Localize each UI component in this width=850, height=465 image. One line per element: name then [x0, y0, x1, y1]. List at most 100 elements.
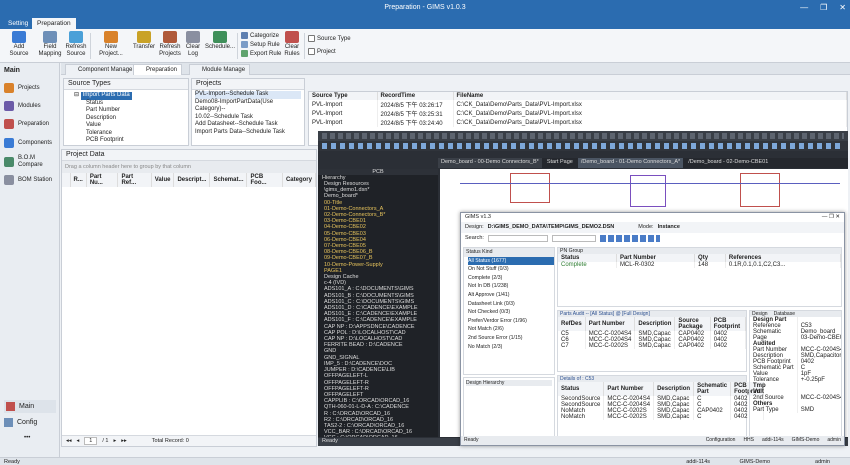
tree-root[interactable]: ⊟ Import Parts Data: [74, 92, 188, 100]
col-description[interactable]: Descript...: [173, 173, 211, 187]
refresh-source-button[interactable]: Refresh Source: [64, 31, 88, 58]
gims-toolbar-icons[interactable]: [599, 235, 660, 242]
pn-group-panel: PN Group Status Part Number Qty References …: [557, 247, 842, 307]
status-kind-item[interactable]: All Status (1677): [468, 256, 554, 266]
column-header[interactable]: Source Package: [674, 317, 711, 331]
nav-config[interactable]: Config: [4, 418, 37, 427]
project-item[interactable]: PVL-Import--Schedule Task: [195, 91, 301, 99]
column-header[interactable]: Part Number: [585, 317, 636, 331]
nav-preparation[interactable]: Preparation: [4, 119, 49, 129]
col-r[interactable]: R...: [70, 173, 87, 187]
project-item[interactable]: Demo08-ImportPartData(Use Category)--: [195, 99, 301, 114]
project-checkbox[interactable]: Project: [308, 48, 336, 55]
col-part-number[interactable]: Part Nu...: [86, 173, 119, 187]
minimize-button[interactable]: —: [800, 3, 808, 12]
maximize-button[interactable]: ❐: [820, 3, 827, 12]
table-row[interactable]: PVL-Import 2024/8/5 下午 03:26:17 C:\CK_Data…: [309, 100, 847, 109]
project-item[interactable]: 10.02--Schedule Task: [195, 114, 301, 122]
col-schematic[interactable]: Schemat...: [209, 173, 248, 187]
tab-module-manage[interactable]: Module Manage: [189, 64, 251, 75]
cad-tab[interactable]: Start Page: [544, 158, 576, 168]
project-item[interactable]: Add Datasheet--Schedule Task: [195, 121, 301, 129]
search-mode-select[interactable]: [551, 235, 596, 242]
status-kind-item[interactable]: Not Match (2/6): [468, 325, 554, 334]
status-kind-item[interactable]: Not In DB (1/238): [468, 282, 554, 291]
column-header[interactable]: Part Number: [603, 382, 655, 396]
gims-window-controls[interactable]: — ❐ ✕: [822, 214, 840, 221]
field-value[interactable]: Value: [74, 122, 188, 130]
tab-preparation[interactable]: Preparation: [32, 18, 76, 29]
tab-component-manage[interactable]: Component Manage: [65, 64, 138, 75]
nav-bom-station[interactable]: BOM Station: [4, 175, 52, 185]
cad-tab[interactable]: /Demo_board - 01-Demo Connectors_A*: [577, 158, 684, 168]
export-rule-button[interactable]: Export Rule: [241, 50, 281, 57]
transfer-button[interactable]: Transfer: [132, 31, 156, 51]
project-item[interactable]: Import Parts Data--Schedule Task: [195, 129, 301, 137]
cad-tab[interactable]: /Demo_board - 02-Demo-CBE01: [685, 158, 771, 168]
column-header[interactable]: RefDes: [558, 317, 586, 331]
new-project-button[interactable]: New Project...: [93, 31, 129, 58]
prev-page-icon[interactable]: ◂: [77, 438, 80, 444]
table-row[interactable]: PVL-Import 2024/8/5 下午 03:24:40 C:\CK_Data…: [309, 118, 847, 127]
field-mapping-button[interactable]: Field Mapping: [38, 31, 62, 58]
categorize-button[interactable]: Categorize: [241, 32, 279, 39]
setup-rule-button[interactable]: Setup Rule: [241, 41, 280, 48]
search-input[interactable]: [487, 235, 548, 242]
column-header[interactable]: Description: [653, 382, 695, 396]
tab-setting[interactable]: Setting: [3, 18, 33, 29]
transfer-icon: [137, 31, 151, 43]
field-status[interactable]: Status: [74, 100, 188, 108]
tree-item[interactable]: VCC : C:\ORCAD\ORCAD_16: [324, 435, 438, 437]
status-kind-item[interactable]: 2nd Source Error (1/15): [468, 334, 554, 343]
col-pcb-footprint[interactable]: PCB Foo...: [246, 173, 283, 187]
col-source-type[interactable]: Source Type: [309, 92, 378, 100]
nav-modules[interactable]: Modules: [4, 101, 41, 111]
col-part-ref[interactable]: Part Ref...: [117, 173, 152, 187]
source-type-checkbox[interactable]: Source Type: [308, 35, 351, 42]
first-page-icon[interactable]: ◂◂: [66, 438, 72, 444]
property-row[interactable]: Part Type SMD: [750, 407, 841, 413]
nav-main[interactable]: Main: [4, 400, 56, 413]
column-header[interactable]: Status: [558, 382, 605, 396]
field-part-number[interactable]: Part Number: [74, 107, 188, 115]
status-kind-item[interactable]: No Match (2/3): [468, 343, 554, 352]
field-pcb-footprint[interactable]: PCB Footprint: [74, 137, 188, 145]
table-row[interactable]: C7 MCC-C-0202S SMD,Capac CAP0402 0402: [558, 343, 747, 349]
next-page-icon[interactable]: ▸: [113, 438, 116, 444]
last-page-icon[interactable]: ▸▸: [121, 438, 127, 444]
table-row[interactable]: NoMatch MCC-C-0202S SMD,Capac C 0402: [558, 414, 765, 420]
column-header[interactable]: Schematic Part: [693, 382, 732, 396]
pn-row[interactable]: Complete MCL-R-0302 148 0.1R,0.1,0.1,C2,C3.…: [558, 262, 842, 268]
field-tolerance[interactable]: Tolerance: [74, 130, 188, 138]
nav-components[interactable]: Components: [4, 138, 52, 148]
design-tree: Design Resources \gims_demo1.dsn* Demo_boa…: [318, 181, 438, 437]
field-description[interactable]: Description: [74, 115, 188, 123]
col-record-time[interactable]: RecordTime: [377, 92, 454, 100]
status-kind-item[interactable]: Prefer/Verdor Error (1/96): [468, 317, 554, 326]
col-value[interactable]: Value: [151, 173, 175, 187]
nav-projects[interactable]: Projects: [4, 83, 40, 93]
refresh-projects-button[interactable]: Refresh Projects: [158, 31, 182, 58]
table-row[interactable]: PVL-Import 2024/8/5 下午 03:25:31 C:\CK_Data…: [309, 109, 847, 118]
schedule-button[interactable]: Schedule...: [204, 31, 236, 51]
status-kind-item[interactable]: Not Checked (0/3): [468, 308, 554, 317]
ribbon: Add Source Field Mapping Refresh Source Ne…: [0, 29, 850, 63]
status-kind-item[interactable]: Datasheet Link (0/3): [468, 300, 554, 309]
status-kind-item[interactable]: Complete (2/3): [468, 274, 554, 283]
status-kind-item[interactable]: Alt Approve (1/41): [468, 291, 554, 300]
clear-rules-button[interactable]: Clear Rules: [283, 31, 301, 58]
column-header[interactable]: PCB Footprint: [710, 317, 747, 331]
cad-tab[interactable]: Demo_board - 00-Demo Connectors_B*: [438, 158, 542, 168]
col-file-name[interactable]: FileName: [453, 92, 847, 100]
col-category[interactable]: Category: [282, 173, 317, 187]
nav-bom-compare[interactable]: B.O.M Compare: [4, 155, 43, 168]
column-header[interactable]: Description: [634, 317, 676, 331]
page-input[interactable]: 1: [84, 437, 98, 445]
close-button[interactable]: ✕: [839, 3, 846, 12]
tab-preparation-doc[interactable]: Preparation: [133, 64, 183, 75]
add-source-button[interactable]: Add Source: [5, 31, 33, 58]
nav-more-icon[interactable]: •••: [24, 435, 30, 441]
clear-log-button[interactable]: Clear Log: [184, 31, 202, 58]
mode-value[interactable]: Instance: [658, 224, 680, 231]
status-kind-item[interactable]: On Not Stuff (0/3): [468, 265, 554, 274]
